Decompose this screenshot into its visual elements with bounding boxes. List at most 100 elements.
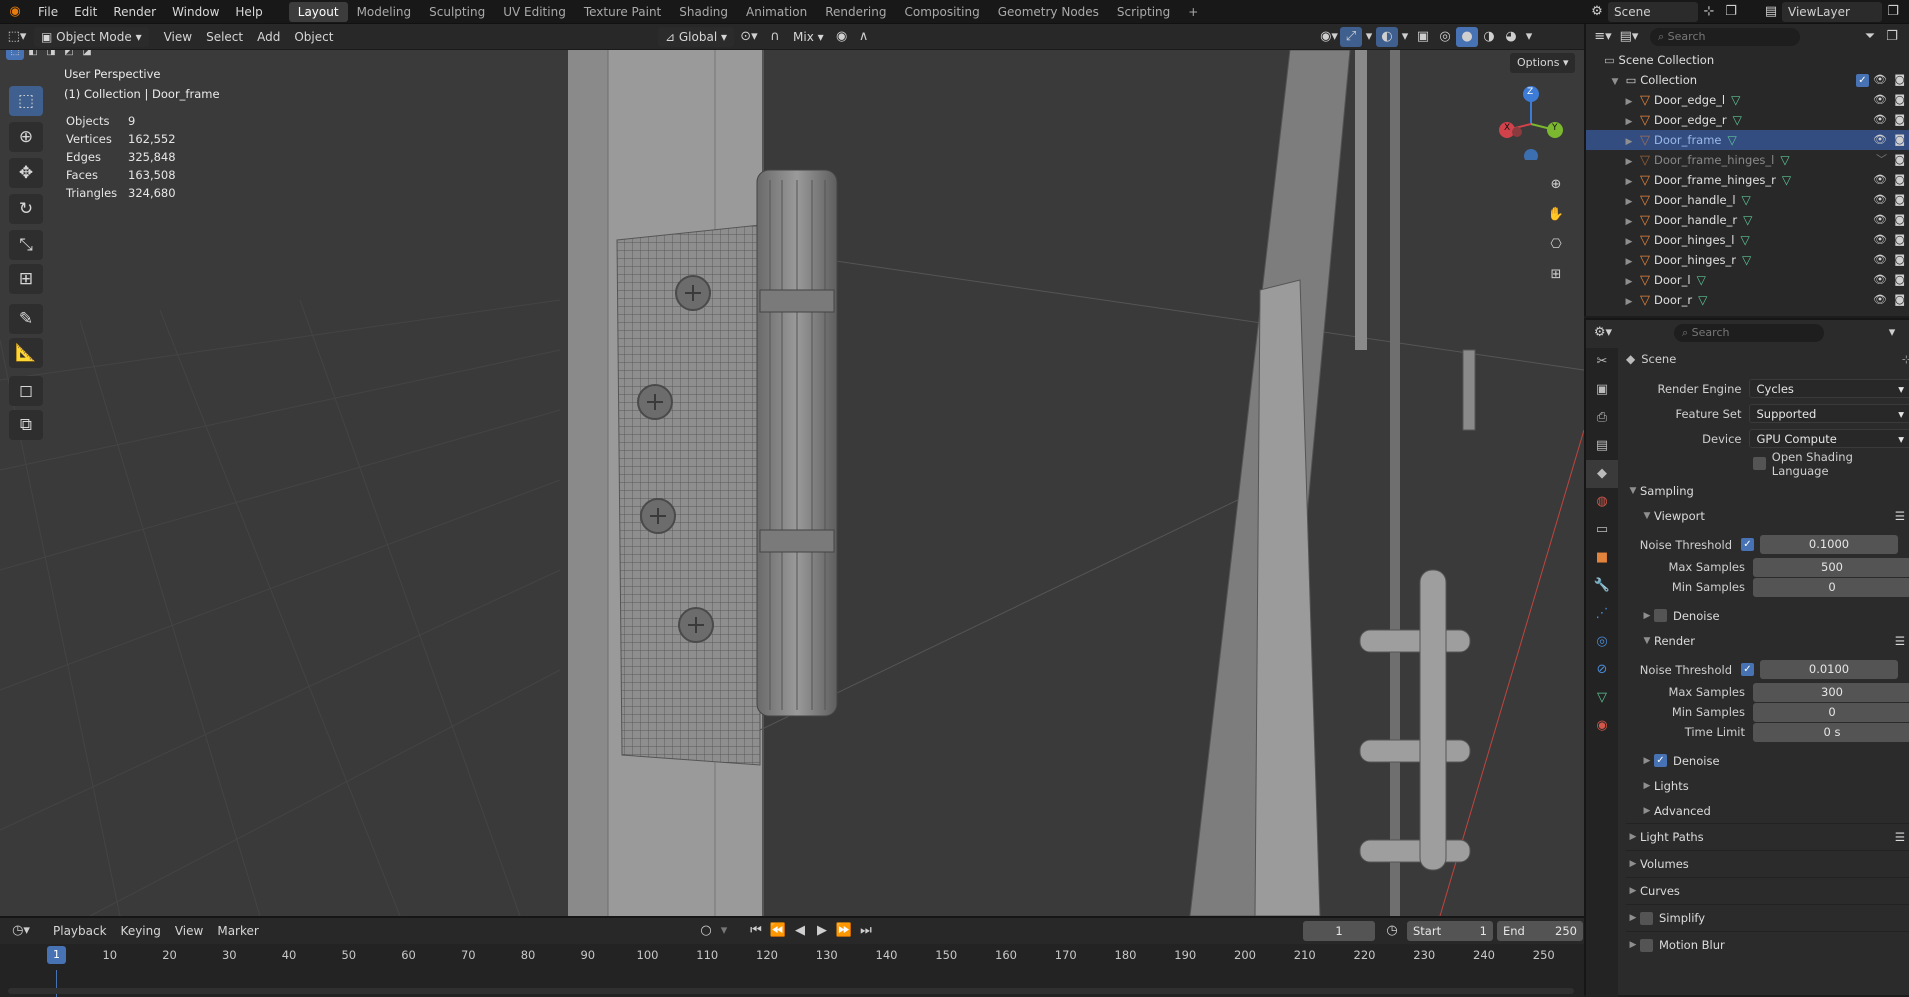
menu-edit[interactable]: Edit	[66, 0, 105, 24]
outliner-editor-icon[interactable]: ≡▾	[1592, 27, 1614, 47]
outliner-item[interactable]: ▶ ▽ Door_hinges_l ▽ 👁 ◙	[1586, 230, 1909, 250]
lights-subsection[interactable]: ▶ Lights	[1626, 773, 1909, 798]
curves-section[interactable]: ▶ Curves	[1626, 877, 1909, 904]
expand-icon[interactable]: ▶	[1622, 252, 1636, 272]
mesh-data-icon[interactable]: ▽	[1742, 253, 1751, 267]
play-icon[interactable]: ▶	[811, 921, 833, 941]
device-dropdown[interactable]: GPU Compute ▾	[1749, 429, 1909, 448]
feature-set-dropdown[interactable]: Supported ▾	[1749, 404, 1909, 423]
camera-view-icon[interactable]: ⎔	[1545, 230, 1567, 260]
workspace-tab-rendering[interactable]: Rendering	[816, 2, 895, 22]
menu-render[interactable]: Render	[105, 0, 164, 24]
select-subtract-icon[interactable]: ◨	[42, 50, 60, 60]
camera-icon[interactable]: ◙	[1894, 250, 1905, 270]
motion-blur-checkbox[interactable]	[1640, 938, 1653, 952]
preview-range-icon[interactable]: ◷	[1381, 921, 1403, 941]
mesh-data-icon[interactable]: ▽	[1698, 293, 1707, 307]
simplify-checkbox[interactable]	[1640, 911, 1653, 925]
physics-tab-icon[interactable]: ◎	[1586, 628, 1618, 656]
eye-icon[interactable]: 👁	[1873, 110, 1887, 130]
expand-icon[interactable]: ▶	[1622, 232, 1636, 252]
perspective-toggle-icon[interactable]: ⊞	[1545, 260, 1567, 290]
viewport-noise-checkbox[interactable]: ✓	[1741, 538, 1754, 551]
jump-start-icon[interactable]: ⏮	[745, 921, 767, 941]
camera-icon[interactable]: ◙	[1894, 210, 1905, 230]
auto-keying-icon[interactable]: ○	[695, 921, 717, 941]
scene-selector[interactable]: ⚙ Scene ⊹ ❐	[1586, 2, 1742, 22]
render-time-limit-field[interactable]: 0 s	[1753, 722, 1909, 742]
eye-icon[interactable]: 👁	[1873, 170, 1887, 190]
camera-icon[interactable]: ◙	[1894, 230, 1905, 250]
mesh-data-icon[interactable]: ▽	[1731, 93, 1740, 107]
timeline-menu-keying[interactable]: Keying	[114, 921, 168, 941]
render-min-samples-field[interactable]: 0	[1753, 702, 1909, 722]
play-reverse-icon[interactable]: ◀	[789, 921, 811, 941]
material-tab-icon[interactable]: ◉	[1586, 712, 1618, 740]
collection-expand-icon[interactable]: ▼	[1608, 72, 1622, 92]
camera-icon[interactable]: ◙	[1894, 90, 1905, 110]
zoom-icon[interactable]: ⊕	[1545, 170, 1567, 200]
camera-icon[interactable]: ◙	[1894, 170, 1905, 190]
eye-icon[interactable]: ﹀	[1876, 150, 1887, 170]
mesh-data-icon[interactable]: ▽	[1697, 273, 1706, 287]
workspace-tab-uv-editing[interactable]: UV Editing	[494, 2, 575, 22]
camera-icon[interactable]: ◙	[1894, 290, 1905, 310]
collection-checkbox[interactable]: ✓	[1856, 70, 1869, 90]
mesh-data-icon[interactable]: ▽	[1733, 113, 1742, 127]
viewport-subsection-header[interactable]: ▼ Viewport ☰	[1626, 503, 1909, 528]
outliner-item[interactable]: ▶ ▽ Door_frame_hinges_l ▽ ﹀ ◙	[1586, 150, 1909, 170]
outliner-item[interactable]: ▶ ▽ Door_hinges_r ▽ 👁 ◙	[1586, 250, 1909, 270]
expand-icon[interactable]: ▶	[1622, 292, 1636, 312]
tool-tab-icon[interactable]: ✂	[1586, 348, 1618, 376]
camera-icon[interactable]: ◙	[1894, 130, 1905, 150]
view-layer-tab-icon[interactable]: ▤	[1586, 432, 1618, 460]
expand-icon[interactable]: ▶	[1622, 92, 1636, 112]
outliner-item[interactable]: ▶ ▽ Door_handle_r ▽ 👁 ◙	[1586, 210, 1909, 230]
data-tab-icon[interactable]: ▽	[1586, 684, 1618, 712]
eye-icon[interactable]: 👁	[1873, 270, 1887, 290]
constraints-tab-icon[interactable]: ⊘	[1586, 656, 1618, 684]
viewport-max-samples-field[interactable]: 500	[1753, 557, 1909, 577]
menu-file[interactable]: File	[30, 0, 66, 24]
outliner-item[interactable]: ▶ ▽ Door_frame_hinges_r ▽ 👁 ◙	[1586, 170, 1909, 190]
render-presets-icon[interactable]: ☰	[1895, 634, 1905, 648]
viewport-menu-view[interactable]: View	[157, 27, 199, 47]
mesh-data-icon[interactable]: ▽	[1743, 213, 1752, 227]
outliner-item[interactable]: ▶ ▽ Door_frame ▽ 👁 ◙	[1586, 130, 1909, 150]
mesh-data-icon[interactable]: ▽	[1780, 153, 1789, 167]
proportional-edit-icon[interactable]: ◉	[831, 27, 853, 47]
next-keyframe-icon[interactable]: ⏩	[833, 921, 855, 941]
transform-tool-icon[interactable]: ⊞	[9, 264, 43, 294]
current-frame-field[interactable]: 1	[1303, 921, 1375, 941]
expand-icon[interactable]: ▶	[1622, 112, 1636, 132]
timeline-menu-marker[interactable]: Marker	[210, 921, 265, 941]
workspace-tab-sculpting[interactable]: Sculpting	[420, 2, 494, 22]
mesh-data-icon[interactable]: ▽	[1741, 233, 1750, 247]
outliner-item[interactable]: ▶ ▽ Door_edge_r ▽ 👁 ◙	[1586, 110, 1909, 130]
camera-icon[interactable]: ◙	[1894, 110, 1905, 130]
snap-icon[interactable]: ∩	[764, 27, 786, 47]
eye-icon[interactable]: 👁	[1873, 210, 1887, 230]
light-paths-section[interactable]: ▶ Light Paths ☰	[1626, 823, 1909, 850]
expand-icon[interactable]: ▶	[1622, 152, 1636, 172]
render-tab-icon[interactable]: ▣	[1586, 376, 1618, 404]
simplify-section[interactable]: ▶ Simplify	[1626, 904, 1909, 931]
viewlayer-name[interactable]: ViewLayer	[1782, 2, 1882, 22]
properties-editor-icon[interactable]: ⚙▾	[1592, 323, 1614, 343]
light-paths-presets-icon[interactable]: ☰	[1895, 830, 1905, 844]
sampling-section-header[interactable]: ▼ Sampling	[1626, 478, 1909, 503]
outliner-item[interactable]: ▶ ▽ Door_edge_l ▽ 👁 ◙	[1586, 90, 1909, 110]
pin-icon[interactable]: ⊹	[1698, 2, 1720, 22]
timeline-scrollbar[interactable]	[8, 988, 1574, 994]
xray-icon[interactable]: ▣	[1412, 27, 1434, 47]
camera-icon[interactable]: ◙	[1894, 150, 1905, 170]
collection-tab-icon[interactable]: ▭	[1586, 516, 1618, 544]
camera-icon[interactable]: ◙	[1894, 70, 1905, 90]
viewport-noise-field[interactable]: 0.1000	[1760, 535, 1898, 554]
add-workspace-button[interactable]: +	[1179, 2, 1207, 22]
shading-menu-icon[interactable]: ▾	[1522, 27, 1536, 47]
rotate-tool-icon[interactable]: ↻	[9, 194, 43, 224]
modifier-tab-icon[interactable]: 🔧	[1586, 572, 1618, 600]
add-cube-tool-icon[interactable]: ◻	[9, 376, 43, 406]
workspace-tab-compositing[interactable]: Compositing	[895, 2, 988, 22]
